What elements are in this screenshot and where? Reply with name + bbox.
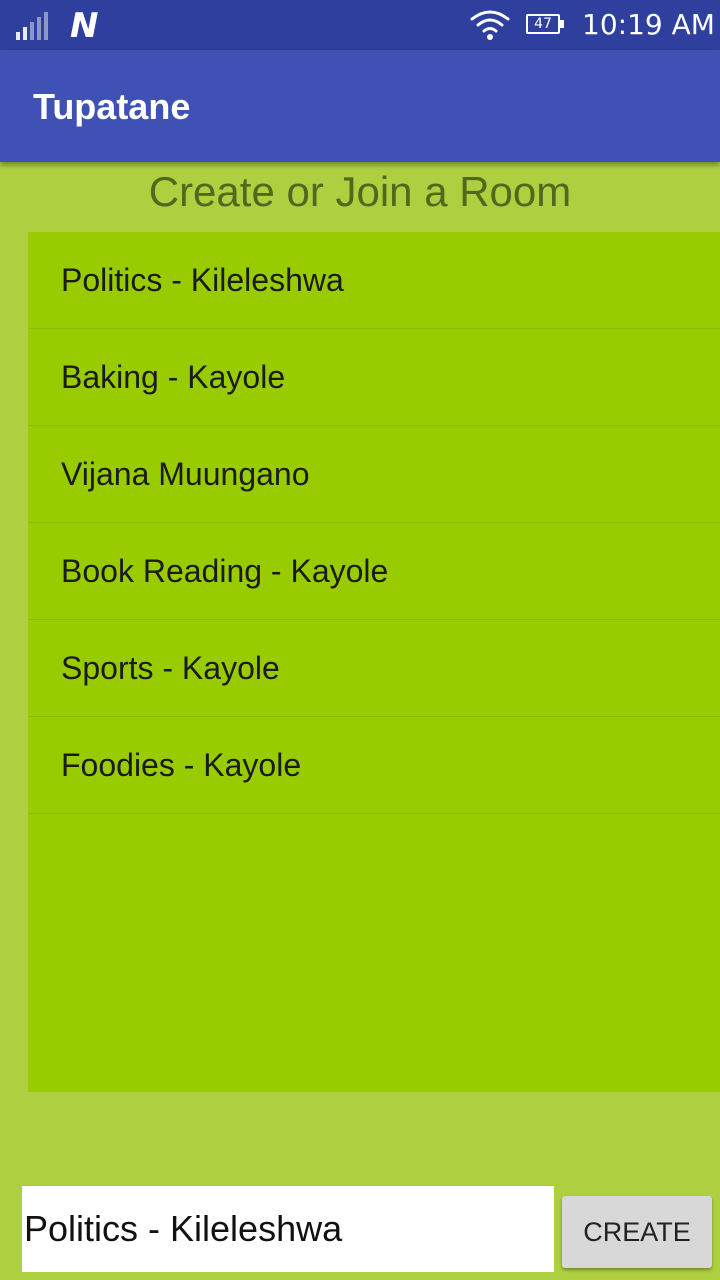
room-list-item[interactable]: Book Reading - Kayole bbox=[28, 523, 720, 620]
room-list-item[interactable]: Vijana Muungano bbox=[28, 426, 720, 523]
n-notification-icon: N bbox=[70, 6, 99, 46]
room-list-item[interactable]: Foodies - Kayole bbox=[28, 717, 720, 814]
status-bar: N 47 10:19 AM bbox=[0, 0, 720, 50]
room-list-item[interactable]: Politics - Kileleshwa bbox=[28, 232, 720, 329]
room-list-item[interactable]: Baking - Kayole bbox=[28, 329, 720, 426]
create-button[interactable]: CREATE bbox=[562, 1196, 712, 1268]
room-name-input[interactable] bbox=[22, 1186, 554, 1272]
signal-icon bbox=[16, 12, 50, 40]
status-clock: 10:19 AM bbox=[582, 8, 715, 41]
app-title: Tupatane bbox=[33, 86, 191, 127]
room-list[interactable]: Politics - Kileleshwa Baking - Kayole Vi… bbox=[28, 232, 720, 1092]
room-list-item[interactable]: Sports - Kayole bbox=[28, 620, 720, 717]
wifi-icon bbox=[470, 10, 510, 40]
page-heading: Create or Join a Room bbox=[148, 168, 572, 215]
app-bar: Tupatane bbox=[0, 50, 720, 162]
battery-icon: 47 bbox=[526, 14, 564, 34]
